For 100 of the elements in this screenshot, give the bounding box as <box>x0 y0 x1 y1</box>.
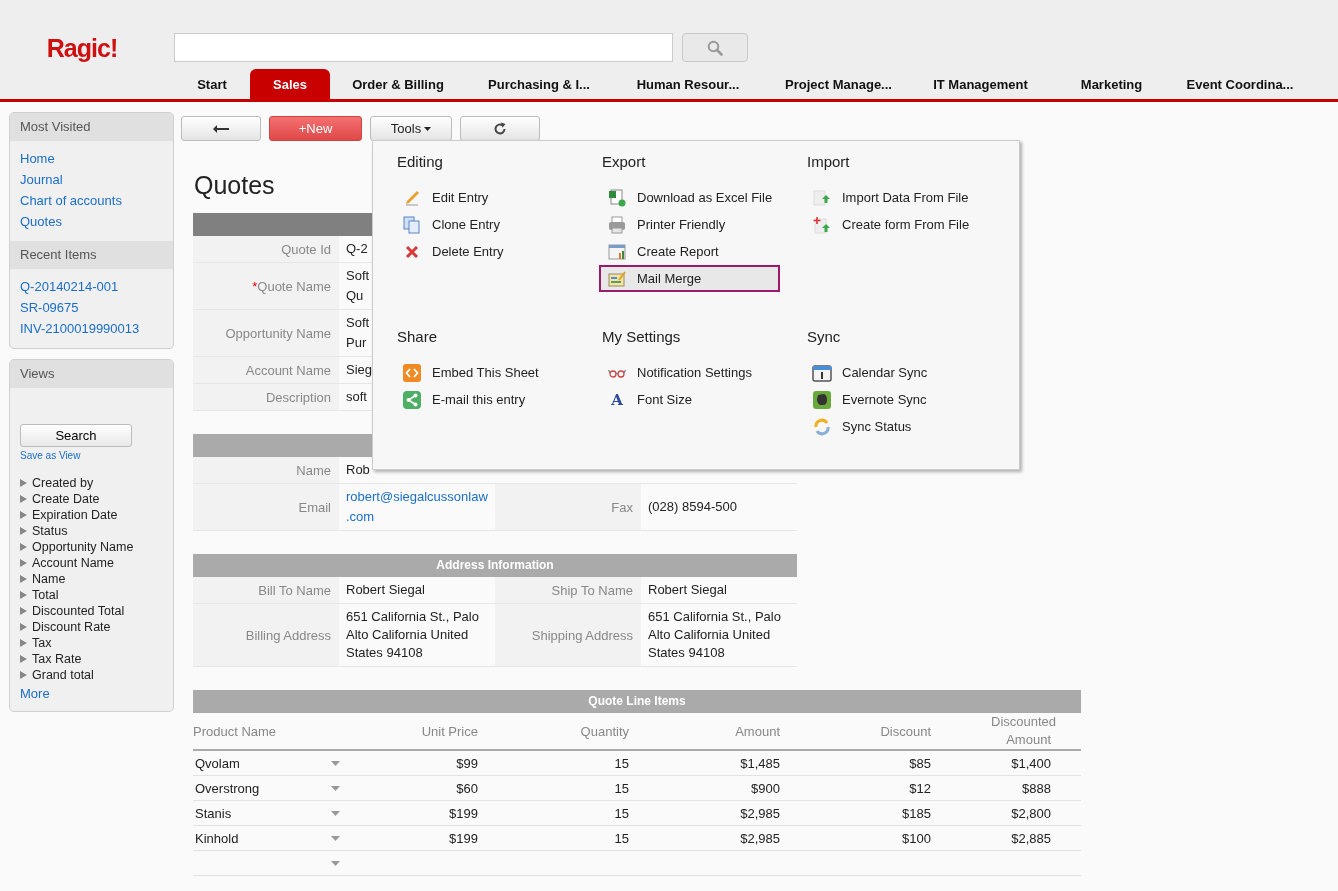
pencil-icon <box>404 189 420 206</box>
menu-item[interactable]: Embed This Sheet <box>394 359 575 386</box>
menu-item[interactable]: Notification Settings <box>599 359 780 386</box>
menu-item[interactable]: Calendar Sync <box>804 359 985 386</box>
table-cell: $12 <box>909 780 931 796</box>
filter-field[interactable]: Tax Rate <box>32 652 82 666</box>
search-button[interactable] <box>682 33 748 62</box>
filter-field[interactable]: Discounted Total <box>32 604 125 618</box>
field-value: Rob <box>346 461 370 479</box>
column-header: Discounted Amount <box>990 713 1058 749</box>
dropdown-icon[interactable] <box>331 835 340 841</box>
sidebar-link[interactable]: Q-20140214-001 <box>20 277 163 296</box>
report-icon <box>608 242 626 261</box>
filter-field[interactable]: Total <box>32 588 59 602</box>
module-tab[interactable]: Start <box>174 69 250 99</box>
dropdown-icon[interactable] <box>331 785 340 791</box>
refresh-button[interactable] <box>460 116 540 141</box>
field-value: Robert Siegal <box>648 581 727 599</box>
printer-icon <box>608 215 626 234</box>
menu-item[interactable]: Edit Entry <box>394 184 575 211</box>
menu-item[interactable]: Clone Entry <box>394 211 575 238</box>
module-tab[interactable]: Order & Billing <box>330 69 466 99</box>
menu-item[interactable]: Delete Entry <box>394 238 575 265</box>
share-icon <box>403 390 421 409</box>
panel-heading: Recent Items <box>10 241 173 269</box>
section-title: Quote Line Items <box>588 694 686 708</box>
more-link[interactable]: More <box>20 684 50 703</box>
field-value: 651 California St., Palo Alto California United States 94108 <box>648 608 782 662</box>
field-value: Qu <box>346 287 364 305</box>
module-tab[interactable]: Project Manage... <box>764 69 913 99</box>
table-cell: $100 <box>902 830 931 846</box>
filter-field[interactable]: Created by <box>32 476 94 490</box>
filter-field[interactable]: Discount Rate <box>32 620 111 634</box>
table-cell: Kinhold <box>195 830 239 846</box>
module-tab[interactable]: Marketing <box>1048 69 1175 99</box>
sidebar-link[interactable]: Chart of accounts <box>20 191 163 210</box>
cross-icon <box>405 244 419 259</box>
filter-field[interactable]: Expiration Date <box>32 508 118 522</box>
field-label: Opportunity Name <box>193 310 339 356</box>
module-tab[interactable]: Purchasing & I... <box>466 69 612 99</box>
filter-field[interactable]: Account Name <box>32 556 114 570</box>
menu-item[interactable]: A Font Size <box>599 386 780 413</box>
field-value: Robert Siegal <box>346 581 425 599</box>
filter-field[interactable]: Name <box>32 572 66 586</box>
upload-icon <box>813 188 831 207</box>
tools-button[interactable]: Tools <box>370 116 452 141</box>
dropdown-icon[interactable] <box>331 860 340 866</box>
sidebar-link[interactable]: INV-2100019990013 <box>20 319 163 338</box>
menu-item[interactable]: Sync Status <box>804 413 985 440</box>
field-value: Soft <box>346 314 370 332</box>
table-cell: $85 <box>909 755 931 771</box>
filter-field[interactable]: Tax <box>32 636 52 650</box>
email-link[interactable]: robert@siegalcussonlaw <box>346 488 488 506</box>
menu-item[interactable]: Mail Merge <box>599 265 780 292</box>
field-value: soft <box>346 388 367 406</box>
search-field[interactable] <box>174 33 673 62</box>
table-cell: $2,885 <box>1011 830 1051 846</box>
menu-item[interactable]: Create form From File <box>804 211 985 238</box>
documents-icon <box>403 215 421 234</box>
menu-item[interactable]: Import Data From File <box>804 184 985 211</box>
sidebar-link[interactable]: SR-09675 <box>20 298 163 317</box>
module-tab[interactable]: Event Coordina... <box>1175 69 1305 99</box>
sidebar-link[interactable]: Quotes <box>20 212 163 231</box>
filter-field[interactable]: Create Date <box>32 492 100 506</box>
arrow-left-icon <box>212 123 230 134</box>
search-button[interactable]: Search <box>20 424 132 447</box>
menu-item[interactable]: Create Report <box>599 238 780 265</box>
sidebar-link[interactable]: Journal <box>20 170 163 189</box>
field-label: Billing Address <box>193 604 339 666</box>
dropdown-icon[interactable] <box>331 760 340 766</box>
sidebar-link[interactable]: Home <box>20 149 163 168</box>
table-cell: $2,985 <box>740 805 780 821</box>
field-label: Fax <box>495 484 641 530</box>
field-label: Bill To Name <box>193 577 339 603</box>
filter-field[interactable]: Opportunity Name <box>32 540 134 554</box>
table-cell: $199 <box>449 830 478 846</box>
field-value: Pur <box>346 334 367 352</box>
save-as-view-link[interactable]: Save as View <box>20 450 81 461</box>
filter-field[interactable]: Status <box>32 524 68 538</box>
back-button[interactable] <box>181 116 261 141</box>
module-tab[interactable]: Human Resour... <box>612 69 764 99</box>
module-tab[interactable]: IT Management <box>913 69 1048 99</box>
menu-item[interactable]: Evernote Sync <box>804 386 985 413</box>
menu-item[interactable]: Printer Friendly <box>599 211 780 238</box>
module-tab[interactable]: Sales <box>250 69 330 99</box>
menu-item[interactable]: E-mail this entry <box>394 386 575 413</box>
table-cell: Stanis <box>195 805 232 821</box>
column-header: Unit Price <box>420 723 478 739</box>
menu-section-title: Share <box>397 328 439 345</box>
menu-item[interactable]: Download as Excel File <box>599 184 780 211</box>
email-link[interactable]: .com <box>346 508 375 526</box>
panel-heading: Views <box>10 360 173 388</box>
filter-field[interactable]: Grand total <box>32 668 94 682</box>
table-cell: $888 <box>1022 780 1051 796</box>
table-cell: $1,485 <box>740 755 780 771</box>
search-icon <box>707 39 723 56</box>
logo[interactable]: Ragic! <box>46 34 118 64</box>
dropdown-icon[interactable] <box>331 810 340 816</box>
field-label: Email <box>193 484 339 530</box>
document-plus-icon <box>813 215 831 234</box>
